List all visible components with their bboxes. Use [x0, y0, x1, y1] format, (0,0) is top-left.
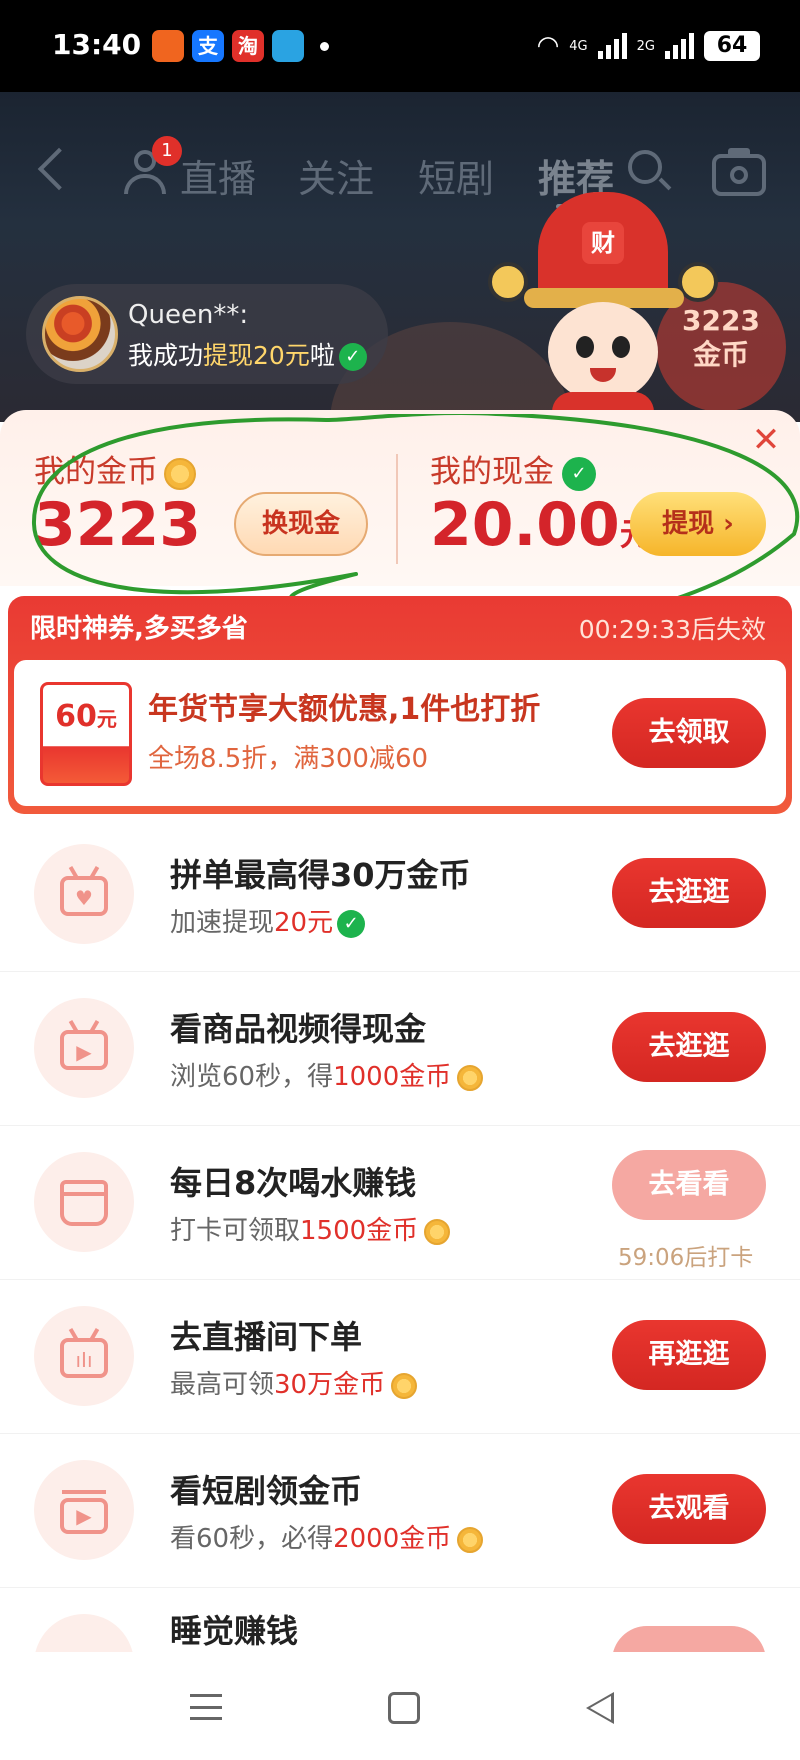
tv-play-icon: ▶: [34, 998, 134, 1098]
taobao-icon: 淘: [232, 30, 264, 62]
claim-coupon-button[interactable]: 去领取: [612, 698, 766, 768]
coin-icon: [424, 1218, 451, 1245]
avatar: [42, 296, 118, 372]
task-row: 每日8次喝水赚钱 打卡可领取1500金币 去看看 59:06后打卡: [0, 1126, 800, 1280]
task-subtitle: 看60秒，必得2000金币: [170, 1518, 484, 1555]
mascot-god-of-wealth[interactable]: 财: [478, 192, 738, 422]
notice-user: Queen**:: [128, 300, 249, 330]
wechat-check-icon: ✓: [562, 456, 596, 491]
camera-icon[interactable]: [712, 148, 766, 196]
back-icon[interactable]: [37, 147, 81, 191]
task-subtitle: 加速提现20元 ✓: [170, 902, 366, 939]
task-countdown: 59:06后打卡: [618, 1245, 754, 1271]
cup-icon: [34, 1152, 134, 1252]
task-subtitle: 打卡可领取1500金币: [170, 1210, 451, 1247]
sleep-icon: [34, 1614, 134, 1652]
coins-label: 我的金币: [34, 446, 196, 491]
coupon-card[interactable]: 60元 年货节享大额优惠,1件也打折 全场8.5折，满300减60 去领取: [14, 660, 786, 806]
coupon-timer: 00:29:33后失效: [578, 615, 766, 644]
wifi-icon: ◠: [536, 31, 560, 61]
tv-bars-icon: ıIı: [34, 1306, 134, 1406]
tab-following[interactable]: 关注: [298, 148, 374, 203]
tv-heart-icon: ♥: [34, 844, 134, 944]
notification-badge: 1: [152, 136, 182, 166]
task-go-button[interactable]: 去逛逛: [612, 858, 766, 928]
cash-value: 20.00元: [430, 490, 652, 560]
notification-dot-icon: [320, 42, 329, 51]
coin-icon: [457, 1064, 484, 1091]
task-title: 看商品视频得现金: [170, 1010, 427, 1048]
task-disabled-button[interactable]: 去看看: [612, 1150, 766, 1220]
wallet-divider: [396, 454, 398, 564]
coin-icon: [457, 1526, 484, 1553]
task-title: 去直播间下单: [170, 1318, 363, 1356]
task-title: 每日8次喝水赚钱: [170, 1164, 417, 1202]
menu-icon[interactable]: [190, 1694, 222, 1720]
alipay-icon: 支: [192, 30, 224, 62]
coupon-header: 限时神券,多买多省: [30, 614, 248, 644]
check-icon: ✓: [337, 909, 366, 938]
task-disabled-button[interactable]: [612, 1626, 766, 1652]
status-time: 13:40: [52, 28, 142, 61]
status-indicators: ◠ 4G 2G 64: [537, 28, 760, 64]
task-title: 睡觉赚钱: [170, 1612, 299, 1650]
screen-play-icon: ▶: [34, 1460, 134, 1560]
battery-indicator: 64: [704, 31, 760, 61]
back-triangle-icon[interactable]: [586, 1692, 614, 1724]
orange-app-icon: [152, 30, 184, 62]
signal-bars-icon: [597, 33, 627, 59]
signal-bars-icon: [665, 33, 694, 59]
coupon-ticket-icon: 60元: [40, 682, 132, 786]
task-go-button[interactable]: 去观看: [612, 1474, 766, 1544]
task-row: ▶ 看短剧领金币 看60秒，必得2000金币 去观看: [0, 1434, 800, 1588]
withdraw-notice: Queen**: 我成功提现20元啦 ✓: [26, 284, 388, 384]
signal-label-1: 4G: [569, 38, 588, 54]
coupon-title: 年货节享大额优惠,1件也打折: [148, 692, 541, 727]
coin-icon: [164, 457, 196, 490]
mascot-hat-badge: 财: [582, 222, 624, 264]
check-icon: ✓: [338, 343, 367, 371]
task-subtitle: 浏览60秒，得1000金币: [170, 1056, 484, 1093]
withdraw-button[interactable]: 提现 ›: [630, 492, 766, 556]
coupon-banner: 限时神券,多买多省 00:29:33后失效 60元 年货节享大额优惠,1件也打折…: [8, 596, 792, 814]
task-row: ▶ 看商品视频得现金 浏览60秒，得1000金币 去逛逛: [0, 972, 800, 1126]
coupon-subtitle: 全场8.5折，满300减60: [148, 744, 429, 774]
cash-label: 我的现金 ✓: [430, 446, 596, 491]
task-go-button[interactable]: 去逛逛: [612, 1012, 766, 1082]
video-background: 1 直播 关注 短剧 推荐 Queen**: 我成功提现20元啦 ✓ 3223 金币…: [0, 92, 800, 422]
search-icon[interactable]: [628, 150, 672, 192]
telegram-icon: [272, 30, 304, 62]
task-title: 看短剧领金币: [170, 1472, 363, 1510]
signal-label-2: 2G: [636, 38, 655, 54]
exchange-cash-button[interactable]: 换现金: [234, 492, 368, 556]
system-nav-bar: [0, 1652, 800, 1760]
wallet-card: ✕ 我的金币 3223 换现金 我的现金✓ 20.00元 提现 ›: [0, 410, 800, 586]
task-go-button[interactable]: 再逛逛: [612, 1320, 766, 1390]
close-icon[interactable]: ✕: [750, 423, 782, 457]
tab-live[interactable]: 直播: [180, 148, 256, 203]
notice-message: 我成功提现20元啦 ✓: [128, 336, 367, 372]
home-icon[interactable]: [388, 1692, 420, 1724]
task-row: ♥ 拼单最高得30万金币 加速提现20元 ✓ 去逛逛: [0, 818, 800, 972]
task-title: 拼单最高得30万金币: [170, 856, 471, 894]
coins-value: 3223: [34, 490, 201, 560]
task-subtitle: 最高可领30万金币: [170, 1364, 418, 1401]
coupon-amount: 60元: [55, 699, 117, 734]
task-row: 睡觉赚钱: [0, 1588, 800, 1652]
coin-icon: [391, 1372, 418, 1399]
task-row: ıIı 去直播间下单 最高可领30万金币 再逛逛: [0, 1280, 800, 1434]
status-bar: 13:40 支 淘 ◠ 4G 2G 64: [0, 0, 800, 92]
